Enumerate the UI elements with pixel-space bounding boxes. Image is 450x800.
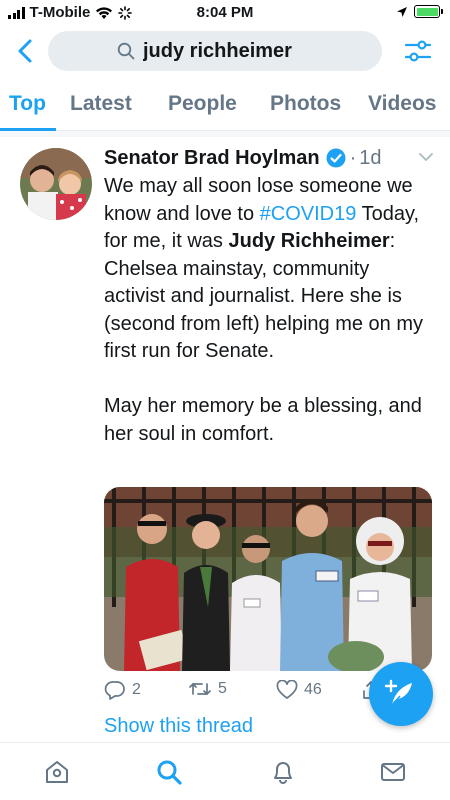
- compose-feather-icon: [384, 679, 412, 707]
- show-thread-link[interactable]: Show this thread: [104, 715, 253, 738]
- retweet-button[interactable]: 5: [188, 680, 227, 698]
- retweet-count: 5: [218, 680, 227, 697]
- tweet-age: 1d: [359, 146, 382, 169]
- heart-icon: [276, 680, 298, 699]
- search-field[interactable]: [48, 31, 382, 71]
- tweet-text-bold: Judy Richheimer: [228, 230, 390, 252]
- search-input[interactable]: [143, 39, 313, 63]
- tweet-header: Senator Brad Hoylman · 1d: [104, 145, 434, 171]
- like-button[interactable]: 46: [276, 680, 322, 700]
- nav-notifications[interactable]: [268, 757, 298, 787]
- search-header: [0, 30, 450, 72]
- tweet-text-part: May her memory be a blessing, and her so…: [104, 395, 422, 445]
- tab-people[interactable]: People: [168, 92, 237, 116]
- status-right: [396, 5, 443, 18]
- group-photo: [104, 487, 432, 671]
- section-divider: [0, 131, 450, 137]
- search-tabs: Top Latest People Photos Videos: [0, 84, 450, 131]
- notifications-bell-icon: [274, 762, 292, 784]
- location-arrow-icon: [397, 6, 407, 17]
- nav-search[interactable]: [154, 757, 184, 787]
- messages-envelope-icon: [381, 763, 405, 781]
- nav-messages[interactable]: [378, 757, 408, 787]
- reply-icon: [104, 681, 125, 700]
- reply-count: 2: [132, 681, 141, 698]
- battery-icon: [414, 5, 443, 18]
- avatar-photo: [20, 148, 92, 220]
- back-chevron-icon[interactable]: [14, 38, 38, 64]
- retweet-icon: [189, 683, 211, 695]
- status-time: 8:04 PM: [196, 4, 254, 21]
- filter-sliders-icon[interactable]: [404, 38, 432, 64]
- chevron-down-icon[interactable]: [418, 151, 434, 163]
- reply-button[interactable]: 2: [104, 680, 141, 700]
- tab-latest[interactable]: Latest: [70, 92, 132, 116]
- hashtag-link[interactable]: #COVID19: [260, 203, 357, 225]
- compose-tweet-button[interactable]: [369, 662, 433, 726]
- home-icon: [46, 761, 68, 783]
- search-icon: [157, 760, 182, 785]
- author-name[interactable]: Senator Brad Hoylman: [104, 147, 320, 170]
- search-icon: [117, 42, 135, 60]
- tab-photos[interactable]: Photos: [270, 92, 341, 116]
- tweet-photo[interactable]: [104, 487, 432, 671]
- like-count: 46: [304, 681, 322, 698]
- nav-home[interactable]: [42, 757, 72, 787]
- tab-top[interactable]: Top: [9, 92, 46, 116]
- tab-videos[interactable]: Videos: [368, 92, 436, 116]
- separator-dot: ·: [349, 146, 357, 169]
- avatar[interactable]: [20, 148, 92, 220]
- status-bar: T-Mobile 8:04 PM: [0, 0, 450, 26]
- bottom-nav: [0, 742, 450, 800]
- verified-badge-icon: [326, 148, 346, 168]
- tweet-text: We may all soon lose someone we know and…: [104, 173, 434, 448]
